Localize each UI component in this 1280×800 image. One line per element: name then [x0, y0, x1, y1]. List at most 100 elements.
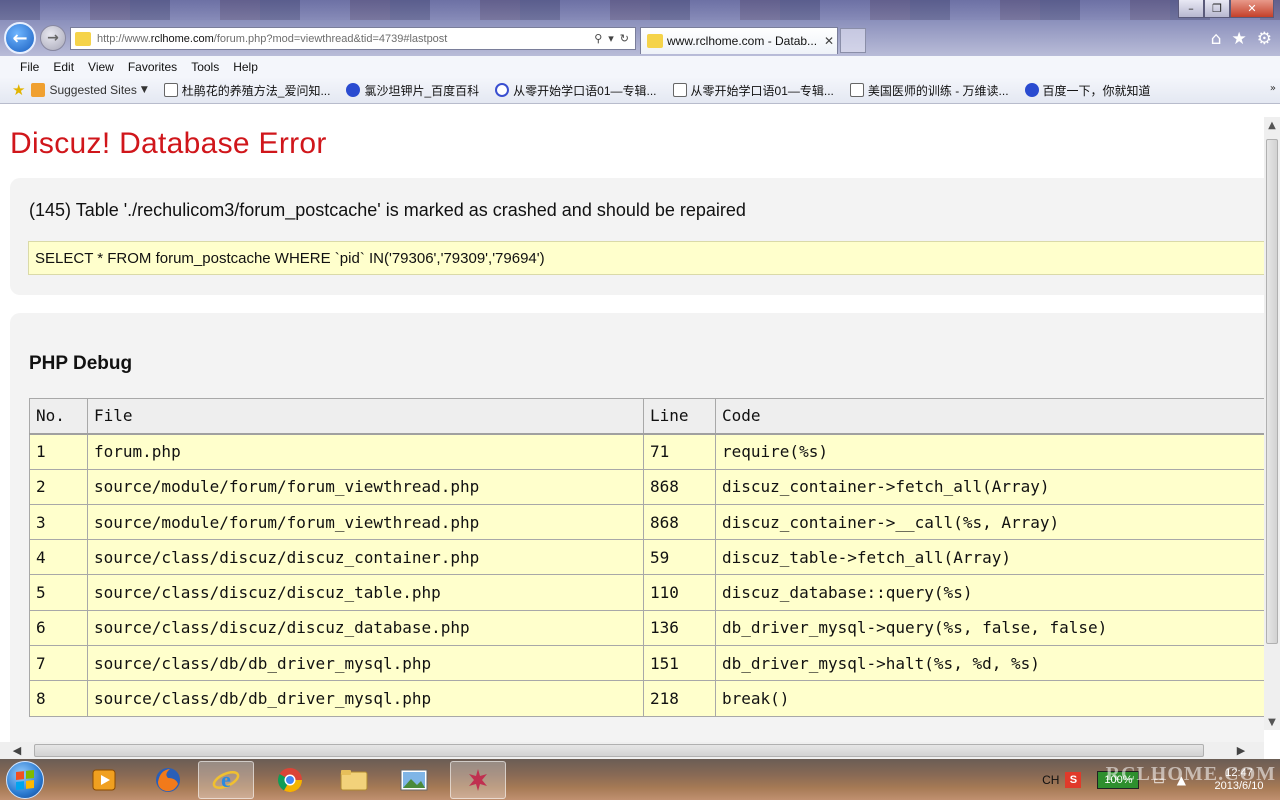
table-row: 6 source/class/discuz/discuz_database.ph…: [29, 609, 1264, 647]
vertical-scrollbar[interactable]: ▲ ▼: [1264, 117, 1280, 730]
column-header: Code: [715, 397, 1264, 435]
close-icon[interactable]: ✕: [821, 34, 837, 48]
menu-tools[interactable]: Tools: [189, 60, 227, 74]
cell-line: 136: [643, 609, 716, 647]
horizontal-scroll-thumb[interactable]: [34, 744, 1204, 757]
menu-help[interactable]: Help: [231, 60, 266, 74]
tab-title: www.rclhome.com - Datab...: [667, 34, 818, 48]
cell-no: 8: [29, 680, 88, 717]
ie-page-icon: [163, 83, 178, 97]
gear-icon[interactable]: ⚙: [1257, 29, 1272, 49]
cell-file: source/module/forum/forum_viewthread.php: [87, 468, 644, 505]
media-player-glyph: [92, 769, 116, 791]
restore-icon[interactable]: ❐: [1204, 0, 1230, 18]
favorite-label: Suggested Sites: [49, 83, 137, 97]
baidu-paw-icon: [346, 83, 361, 97]
refresh-icon[interactable]: ↻: [620, 32, 629, 45]
tab-active[interactable]: www.rclhome.com - Datab... ✕: [640, 27, 838, 54]
cell-line: 868: [643, 468, 716, 505]
back-arrow-icon[interactable]: ←: [4, 22, 36, 54]
horizontal-scrollbar[interactable]: ◀ ▶: [0, 742, 1264, 759]
cell-file: source/class/db/db_driver_mysql.php: [87, 680, 644, 717]
close-window-icon[interactable]: ✕: [1230, 0, 1274, 18]
scroll-down-icon[interactable]: ▼: [1264, 714, 1280, 730]
folder-icon[interactable]: [326, 761, 382, 799]
favorite-item[interactable]: 美国医师的训练 - 万维读...: [849, 82, 1009, 99]
menu-bar: File Edit View Favorites Tools Help: [0, 56, 1280, 77]
cell-no: 5: [29, 574, 88, 611]
menu-favorites[interactable]: Favorites: [126, 60, 185, 74]
column-header: No.: [29, 397, 88, 435]
firefox-icon[interactable]: [140, 761, 196, 799]
chrome-glyph: [277, 768, 302, 793]
minimize-icon[interactable]: –: [1178, 0, 1204, 18]
cell-code: discuz_container->__call(%s, Array): [715, 503, 1264, 541]
table-row: 8 source/class/db/db_driver_mysql.php 21…: [29, 680, 1264, 717]
favorite-item[interactable]: 杜鹃花的养殖方法_爱问知...: [163, 82, 331, 99]
site-favicon-icon: [75, 31, 91, 46]
ime-badge[interactable]: S: [1065, 771, 1082, 788]
address-url[interactable]: http://www.rclhome.com/forum.php?mod=vie…: [97, 33, 594, 45]
home-icon[interactable]: ⌂: [1211, 29, 1222, 49]
debug-panel: PHP Debug No. File Line Code 1 forum.php…: [10, 313, 1264, 742]
cell-file: forum.php: [87, 433, 644, 470]
scroll-up-icon[interactable]: ▲: [1264, 117, 1280, 133]
media-player-icon[interactable]: [76, 761, 132, 799]
menu-edit[interactable]: Edit: [51, 60, 82, 74]
browser-titlebar: – ❐ ✕ ← → http://www.rclhome.com/forum.p…: [0, 0, 1280, 56]
favorites-overflow-icon[interactable]: »: [1270, 83, 1276, 94]
favorite-item[interactable]: 从零开始学口语01—专辑...: [495, 82, 657, 99]
cell-line: 110: [643, 574, 716, 611]
vertical-scroll-thumb[interactable]: [1266, 139, 1278, 644]
tab-favicon-icon: [647, 34, 663, 48]
star-icon[interactable]: ★: [1232, 29, 1247, 49]
cell-no: 3: [29, 503, 88, 541]
cell-no: 7: [29, 645, 88, 682]
taskbar: e CH S 100% ▭ ▲ 12:47 2013/6/10 RCLHOME.…: [0, 759, 1280, 800]
ie-page-icon: [672, 83, 687, 97]
scroll-left-icon[interactable]: ◀: [8, 742, 26, 759]
cell-file: source/module/forum/forum_viewthread.php: [87, 503, 644, 541]
cell-file: source/class/discuz/discuz_container.php: [87, 539, 644, 576]
picture-icon[interactable]: [386, 761, 442, 799]
favorites-bar: ★ Suggested Sites ▼ 杜鹃花的养殖方法_爱问知... 氯沙坦钾…: [0, 77, 1280, 104]
favorite-item[interactable]: 百度一下，你就知道: [1024, 82, 1151, 99]
menu-file[interactable]: File: [18, 60, 47, 74]
app-glyph: [469, 769, 487, 791]
watermark: RCLHOME.COM: [1105, 763, 1276, 785]
address-tools: ⚲ ▾ ↻: [594, 32, 635, 45]
forward-arrow-icon[interactable]: →: [40, 25, 66, 51]
favorite-label: 杜鹃花的养殖方法_爱问知...: [181, 83, 331, 98]
favorites-star-icon[interactable]: ★: [12, 81, 25, 99]
favorite-label: 从零开始学口语01—专辑...: [690, 83, 834, 98]
favorite-label: 氯沙坦钾片_百度百科: [364, 83, 480, 98]
ime-language[interactable]: CH: [1042, 773, 1059, 787]
page-title: Discuz! Database Error: [10, 127, 327, 160]
table-row: 1 forum.php 71 require(%s): [29, 433, 1264, 470]
start-button[interactable]: [6, 761, 44, 799]
address-url-prefix: http://www.: [97, 32, 151, 45]
favorite-label: 从零开始学口语01—专辑...: [513, 83, 657, 98]
chevron-down-icon: ▼: [140, 85, 148, 95]
favorite-label: 百度一下，你就知道: [1042, 83, 1151, 98]
firefox-glyph: [156, 768, 180, 792]
cell-code: discuz_database::query(%s): [715, 574, 1264, 611]
address-bar[interactable]: http://www.rclhome.com/forum.php?mod=vie…: [70, 27, 636, 50]
baidu-paw-icon: [1024, 83, 1039, 97]
windows-logo-icon: [16, 770, 34, 790]
cell-code: db_driver_mysql->halt(%s, %d, %s): [715, 645, 1264, 682]
favorite-item[interactable]: 从零开始学口语01—专辑...: [672, 82, 834, 99]
scroll-right-icon[interactable]: ▶: [1232, 742, 1250, 759]
app-icon[interactable]: [450, 761, 506, 799]
dropdown-icon[interactable]: ▾: [608, 32, 614, 45]
ie-icon[interactable]: e: [198, 761, 254, 799]
favorite-suggested-sites[interactable]: Suggested Sites ▼: [31, 83, 148, 97]
chrome-icon[interactable]: [262, 761, 318, 799]
address-url-suffix: /forum.php?mod=viewthread&tid=4739#lastp…: [213, 32, 448, 45]
cell-no: 1: [29, 433, 88, 470]
new-tab-button[interactable]: [840, 28, 866, 53]
column-header: Line: [643, 397, 716, 435]
menu-view[interactable]: View: [86, 60, 122, 74]
search-icon[interactable]: ⚲: [594, 32, 602, 45]
favorite-item[interactable]: 氯沙坦钾片_百度百科: [346, 82, 479, 99]
